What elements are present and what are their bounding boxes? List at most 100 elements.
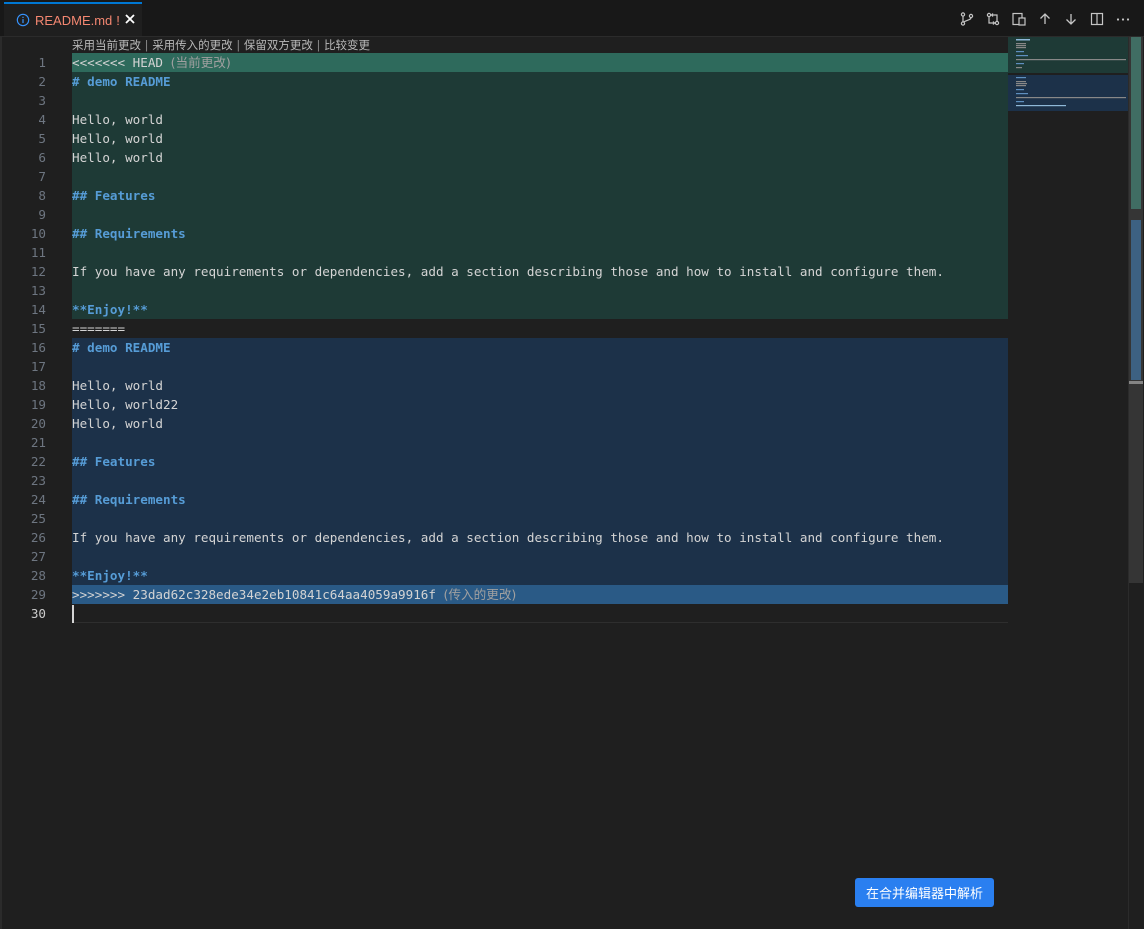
code-line[interactable]: 15 ======= (0, 319, 1144, 338)
code-line[interactable]: 10 ## Requirements (0, 224, 1144, 243)
line-content: **Enjoy!** (72, 568, 148, 583)
code-line[interactable]: 23 (0, 471, 1144, 490)
line-text: >>>>>>> 23dad62c328ede34e2eb10841c64aa40… (72, 585, 516, 604)
line-number: 14 (30, 302, 46, 317)
line-number: 21 (30, 435, 46, 450)
line-number: 22 (30, 454, 46, 469)
vscode-editor-window: README.md ! 采用当前更改 | 采用传入的更改 | 保留双方更改 | … (0, 0, 1144, 929)
code-line[interactable]: 25 (0, 509, 1144, 528)
code-line[interactable]: 6 Hello, world (0, 148, 1144, 167)
tab-bar: README.md ! (0, 0, 1144, 37)
line-content: If you have any requirements or dependen… (72, 264, 944, 279)
code-line[interactable]: 4 Hello, world (0, 110, 1144, 129)
line-text: # demo README (72, 338, 171, 357)
line-content: Hello, world (72, 131, 163, 146)
line-number: 29 (30, 587, 46, 602)
line-text: Hello, world22 (72, 395, 178, 414)
minimap-preview (1008, 37, 1128, 111)
line-number: 25 (30, 511, 46, 526)
vertical-scrollbar[interactable] (1128, 37, 1143, 929)
code-line[interactable]: 19 Hello, world22 (0, 395, 1144, 414)
line-number: 3 (38, 93, 46, 108)
line-text: ======= (72, 319, 125, 338)
code-line[interactable]: 1 <<<<<<< HEAD (当前更改) (0, 53, 1144, 72)
line-number: 16 (30, 340, 46, 355)
code-line[interactable]: 13 (0, 281, 1144, 300)
split-editor-icon[interactable] (1084, 8, 1110, 30)
code-line[interactable]: 8 ## Features (0, 186, 1144, 205)
line-content: ## Features (72, 188, 156, 203)
code-line[interactable]: 30 (0, 604, 1144, 623)
accept-incoming-change-link[interactable]: 采用传入的更改 (152, 38, 233, 52)
code-line[interactable]: 14 **Enjoy!** (0, 300, 1144, 319)
line-content: # demo README (72, 340, 171, 355)
line-number: 24 (30, 492, 46, 507)
line-content: Hello, world (72, 416, 163, 431)
line-number: 12 (30, 264, 46, 279)
code-line[interactable]: 27 (0, 547, 1144, 566)
line-text: ## Requirements (72, 490, 186, 509)
line-number: 10 (30, 226, 46, 241)
line-content: ## Requirements (72, 226, 186, 241)
code-line[interactable]: 26 If you have any requirements or depend… (0, 528, 1144, 547)
arrow-down-icon[interactable] (1058, 8, 1084, 30)
line-content: **Enjoy!** (72, 302, 148, 317)
minimap[interactable] (1008, 37, 1128, 929)
code-line[interactable]: 28 **Enjoy!** (0, 566, 1144, 585)
accept-both-changes-link[interactable]: 保留双方更改 (244, 38, 313, 52)
line-content: # demo README (72, 74, 171, 89)
line-text: ## Features (72, 186, 155, 205)
line-number: 15 (30, 321, 46, 336)
tab-file-name: README.md (35, 12, 113, 28)
code-line[interactable]: 12 If you have any requirements or depend… (0, 262, 1144, 281)
conflict-annotation: (传入的更改) (443, 587, 517, 602)
editor-area[interactable]: 采用当前更改 | 采用传入的更改 | 保留双方更改 | 比较变更 1 <<<<<<… (0, 37, 1144, 929)
line-content: ## Features (72, 454, 156, 469)
code-line[interactable]: 21 (0, 433, 1144, 452)
line-text: If you have any requirements or dependen… (72, 528, 944, 547)
line-number: 5 (38, 131, 46, 146)
code-line[interactable]: 17 (0, 357, 1144, 376)
compare-changes-link[interactable]: 比较变更 (324, 38, 370, 52)
tab-readme[interactable]: README.md ! (4, 2, 142, 36)
git-compare-icon[interactable] (980, 8, 1006, 30)
info-icon (16, 13, 30, 27)
code-line[interactable]: 20 Hello, world (0, 414, 1144, 433)
line-number: 11 (30, 245, 46, 260)
resolve-in-merge-editor-button[interactable]: 在合并编辑器中解析 (855, 878, 994, 907)
code-line[interactable]: 5 Hello, world (0, 129, 1144, 148)
code-line[interactable]: 29 >>>>>>> 23dad62c328ede34e2eb10841c64aa… (0, 585, 1144, 604)
line-number: 30 (30, 606, 46, 621)
scrollbar-thumb[interactable] (1129, 37, 1143, 583)
codelens-separator: | (232, 38, 244, 52)
line-content: >>>>>>> 23dad62c328ede34e2eb10841c64aa40… (72, 587, 436, 602)
line-number: 7 (38, 169, 46, 184)
line-number: 4 (38, 112, 46, 127)
code-line[interactable]: 11 (0, 243, 1144, 262)
code-line[interactable]: 9 (0, 205, 1144, 224)
line-number: 26 (30, 530, 46, 545)
code-line[interactable]: 22 ## Features (0, 452, 1144, 471)
line-number: 8 (38, 188, 46, 203)
line-number: 28 (30, 568, 46, 583)
line-content: Hello, world (72, 112, 163, 127)
source-control-icon[interactable] (954, 8, 980, 30)
code-line[interactable]: 2 # demo README (0, 72, 1144, 91)
line-text: <<<<<<< HEAD (当前更改) (72, 53, 231, 72)
line-number: 27 (30, 549, 46, 564)
line-number: 9 (38, 207, 46, 222)
arrow-up-icon[interactable] (1032, 8, 1058, 30)
code-line[interactable]: 24 ## Requirements (0, 490, 1144, 509)
line-text: If you have any requirements or dependen… (72, 262, 944, 281)
merge-codelens: 采用当前更改 | 采用传入的更改 | 保留双方更改 | 比较变更 (72, 37, 370, 53)
line-content: <<<<<<< HEAD (72, 55, 163, 70)
more-actions-icon[interactable] (1110, 8, 1136, 30)
open-changes-icon[interactable] (1006, 8, 1032, 30)
code-line[interactable]: 7 (0, 167, 1144, 186)
code-line[interactable]: 18 Hello, world (0, 376, 1144, 395)
code-line[interactable]: 3 (0, 91, 1144, 110)
line-content: If you have any requirements or dependen… (72, 530, 944, 545)
close-icon[interactable] (124, 13, 136, 25)
accept-current-change-link[interactable]: 采用当前更改 (72, 38, 141, 52)
code-line[interactable]: 16 # demo README (0, 338, 1144, 357)
